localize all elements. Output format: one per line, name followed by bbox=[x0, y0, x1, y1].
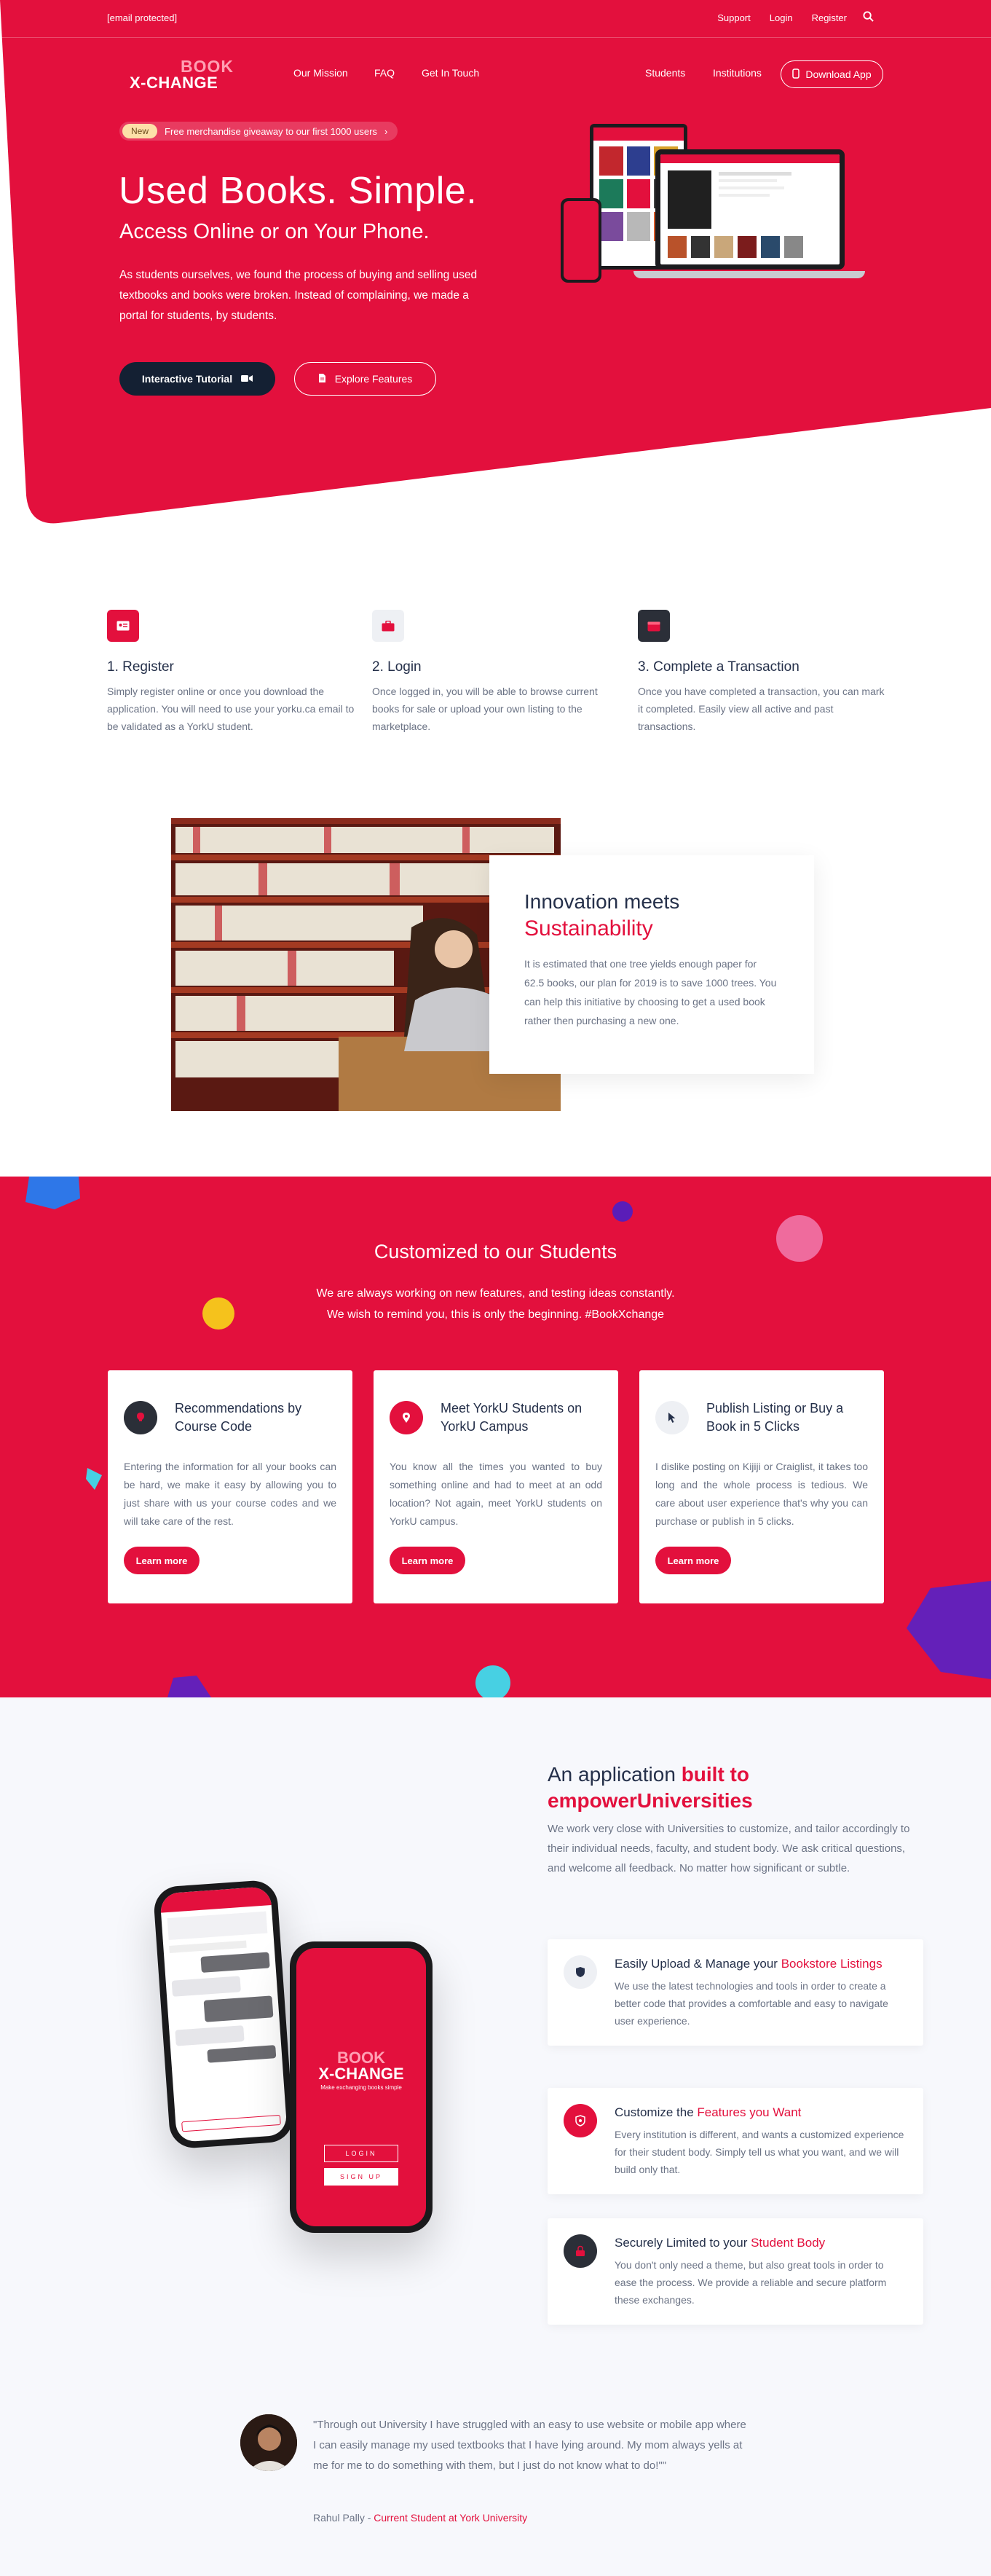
step-register-title: 1. Register bbox=[107, 659, 174, 675]
testimonial-author-name: Rahul Pally - bbox=[313, 2512, 374, 2524]
login-link[interactable]: Login bbox=[770, 12, 793, 23]
app-card-text: Every institution is different, and want… bbox=[615, 2129, 904, 2175]
phone-login-button: LOGIN bbox=[324, 2145, 398, 2162]
testimonial-avatar bbox=[240, 2414, 297, 2471]
top-bar: [email protected] Support Login Register bbox=[0, 0, 991, 38]
briefcase-icon bbox=[372, 610, 404, 642]
feature-card-text: I dislike posting on Kijiji or Craiglist… bbox=[655, 1461, 868, 1527]
innovation-text: It is estimated that one tree yields eno… bbox=[524, 958, 777, 1026]
learn-more-button[interactable]: Learn more bbox=[390, 1547, 465, 1574]
small-phone-mockup bbox=[561, 198, 601, 283]
features-line-1: We are always working on new features, a… bbox=[316, 1287, 675, 1300]
innovation-accent: Sustainability bbox=[524, 916, 653, 941]
feature-card-title: Meet YorkU Students on YorkU Campus bbox=[441, 1401, 583, 1434]
logo-book: BOOK bbox=[181, 57, 234, 76]
app-feature-card: Securely Limited to your Student Body Yo… bbox=[548, 2218, 923, 2325]
new-badge: New bbox=[122, 124, 158, 138]
explore-features-label: Explore Features bbox=[334, 373, 413, 385]
phone-icon bbox=[792, 68, 800, 81]
app-feature-card: Customize the Features you Want Every in… bbox=[548, 2088, 923, 2194]
phone-chat-mockup bbox=[152, 1879, 295, 2150]
map-pin-icon bbox=[390, 1401, 423, 1434]
download-app-button[interactable]: Download App bbox=[781, 60, 883, 88]
document-icon bbox=[318, 373, 326, 385]
chevron-right-icon: › bbox=[384, 125, 388, 137]
promo-text: Free merchandise giveaway to our first 1… bbox=[165, 125, 377, 137]
app-card-accent: Bookstore Listings bbox=[781, 1957, 883, 1971]
phone-logo-xchange: X-CHANGE bbox=[318, 2065, 404, 2083]
app-card-accent: Student Body bbox=[751, 2236, 826, 2250]
promo-banner[interactable]: New Free merchandise giveaway to our fir… bbox=[119, 122, 398, 141]
testimonial-author: Rahul Pally - Current Student at York Un… bbox=[313, 2512, 527, 2524]
feature-card-title: Publish Listing or Buy a Book in 5 Click… bbox=[706, 1401, 844, 1434]
interactive-tutorial-button[interactable]: Interactive Tutorial bbox=[119, 362, 275, 396]
register-link[interactable]: Register bbox=[812, 12, 847, 23]
app-heading-prefix: An application bbox=[548, 1763, 682, 1786]
shield-icon bbox=[564, 1955, 597, 1989]
app-card-accent: Features you Want bbox=[697, 2105, 802, 2119]
feature-card: Recommendations by Course Code Entering … bbox=[108, 1370, 352, 1603]
feature-card-text: Entering the information for all your bo… bbox=[124, 1461, 336, 1527]
nav-students[interactable]: Students bbox=[645, 67, 685, 79]
phone-logo-book: BOOK bbox=[337, 2049, 385, 2067]
feature-card: Meet YorkU Students on YorkU Campus You … bbox=[374, 1370, 618, 1603]
shield-settings-icon bbox=[564, 2104, 597, 2137]
innovation-card: Innovation meets Sustainability It is es… bbox=[489, 855, 814, 1074]
app-card-title: Customize the bbox=[615, 2105, 698, 2119]
app-feature-card: Easily Upload & Manage your Bookstore Li… bbox=[548, 1939, 923, 2046]
innovation-title: Innovation meets bbox=[524, 890, 680, 913]
testimonial-author-role[interactable]: Current Student at York University bbox=[374, 2512, 527, 2524]
phone-signup-button: SIGN UP bbox=[324, 2168, 398, 2186]
step-transaction-text: Once you have completed a transaction, y… bbox=[638, 686, 885, 732]
brand-logo[interactable]: BOOK X-CHANGE bbox=[130, 58, 234, 91]
app-card-title: Easily Upload & Manage your bbox=[615, 1957, 781, 1971]
app-heading: An application built to empowerUniversit… bbox=[548, 1762, 875, 1814]
video-camera-icon bbox=[241, 373, 253, 385]
nav-our-mission[interactable]: Our Mission bbox=[293, 67, 348, 79]
phone-tagline: Make exchanging books simple bbox=[320, 2084, 402, 2091]
features-line-2: We wish to remind you, this is only the … bbox=[326, 1308, 665, 1321]
feature-card: Publish Listing or Buy a Book in 5 Click… bbox=[639, 1370, 884, 1603]
nav-faq[interactable]: FAQ bbox=[374, 67, 395, 79]
hero-subtitle: Access Online or on Your Phone. bbox=[119, 220, 430, 243]
step-transaction-title: 3. Complete a Transaction bbox=[638, 659, 799, 675]
phone-login-mockup: BOOK X-CHANGE Make exchanging books simp… bbox=[290, 1941, 433, 2233]
learn-more-button[interactable]: Learn more bbox=[655, 1547, 731, 1574]
interactive-tutorial-label: Interactive Tutorial bbox=[141, 373, 233, 385]
step-register-text: Simply register online or once you downl… bbox=[107, 686, 355, 732]
learn-more-button[interactable]: Learn more bbox=[124, 1547, 200, 1574]
features-title: Customized to our Students bbox=[374, 1241, 617, 1263]
logo-xchange: X-CHANGE bbox=[130, 74, 218, 92]
app-card-title: Securely Limited to your bbox=[615, 2236, 751, 2250]
features-subtitle: We are always working on new features, a… bbox=[0, 1283, 991, 1325]
lock-icon bbox=[564, 2234, 597, 2268]
nav-get-in-touch[interactable]: Get In Touch bbox=[422, 67, 479, 79]
feature-card-title: Recommendations by Course Code bbox=[175, 1401, 302, 1434]
app-paragraph: We work very close with Universities to … bbox=[548, 1823, 910, 1874]
support-link[interactable]: Support bbox=[717, 12, 751, 23]
explore-features-button[interactable]: Explore Features bbox=[294, 362, 436, 396]
search-icon[interactable] bbox=[863, 11, 874, 23]
app-heading-accent-2: empowerUniversities bbox=[548, 1789, 753, 1812]
testimonial-quote: "Through out University I have struggled… bbox=[313, 2419, 746, 2472]
hero-paragraph: As students ourselves, we found the proc… bbox=[119, 269, 478, 322]
step-login-text: Once logged in, you will be able to brow… bbox=[372, 686, 598, 732]
app-heading-accent-1: built to bbox=[681, 1763, 749, 1786]
download-app-label: Download App bbox=[805, 68, 872, 80]
nav-institutions[interactable]: Institutions bbox=[713, 67, 762, 79]
hero-title: Used Books. Simple. bbox=[119, 170, 478, 212]
feature-card-text: You know all the times you wanted to buy… bbox=[390, 1461, 602, 1527]
wallet-icon bbox=[638, 610, 670, 642]
id-card-icon bbox=[107, 610, 139, 642]
step-login-title: 2. Login bbox=[372, 659, 422, 675]
lightbulb-icon bbox=[124, 1401, 157, 1434]
contact-email[interactable]: [email protected] bbox=[107, 12, 177, 23]
app-card-text: We use the latest technologies and tools… bbox=[615, 1980, 888, 2027]
laptop-mockup bbox=[655, 149, 845, 270]
app-card-text: You don't only need a theme, but also gr… bbox=[615, 2259, 887, 2306]
cursor-icon bbox=[655, 1401, 689, 1434]
laptop-base bbox=[633, 271, 865, 278]
